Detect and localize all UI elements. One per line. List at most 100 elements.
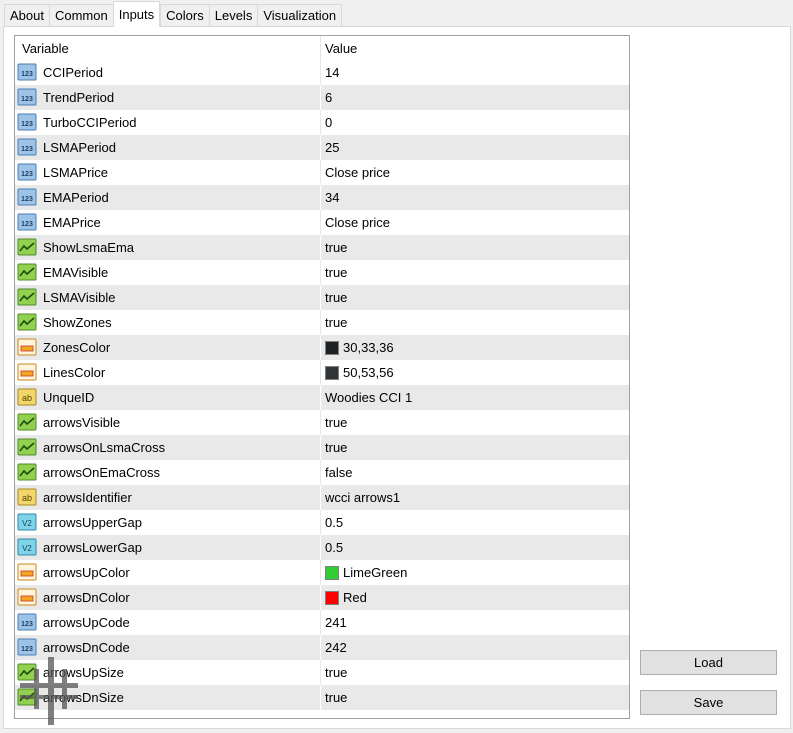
table-row[interactable]: arrowsUpSize true [15, 660, 629, 685]
svg-text:123: 123 [21, 621, 33, 628]
column-divider [320, 560, 321, 585]
table-row[interactable]: ShowZones true [15, 310, 629, 335]
variable-value[interactable]: LimeGreen [325, 565, 407, 580]
column-divider [320, 485, 321, 510]
variable-value[interactable]: 0.5 [325, 540, 343, 555]
table-row[interactable]: arrowsVisible true [15, 410, 629, 435]
table-row[interactable]: 123 arrowsDnCode 242 [15, 635, 629, 660]
table-row[interactable]: LSMAVisible true [15, 285, 629, 310]
svg-text:V2: V2 [22, 544, 32, 553]
svg-text:V2: V2 [22, 519, 32, 528]
table-row[interactable]: 123 LSMAPrice Close price [15, 160, 629, 185]
variable-name: CCIPeriod [43, 65, 103, 80]
variable-name: arrowsDnColor [43, 590, 130, 605]
tab-colors[interactable]: Colors [160, 4, 209, 27]
variable-value[interactable]: true [325, 290, 347, 305]
table-row[interactable]: arrowsOnEmaCross false [15, 460, 629, 485]
variable-value[interactable]: 242 [325, 640, 347, 655]
table-row[interactable]: 123 LSMAPeriod 25 [15, 135, 629, 160]
variable-value[interactable]: Red [325, 590, 367, 605]
table-row[interactable]: 123 EMAPeriod 34 [15, 185, 629, 210]
table-row[interactable]: arrowsOnLsmaCross true [15, 435, 629, 460]
svg-text:123: 123 [21, 171, 33, 178]
column-divider [320, 235, 321, 260]
variable-value[interactable]: 0.5 [325, 515, 343, 530]
variable-value[interactable]: 0 [325, 115, 332, 130]
header-value[interactable]: Value [325, 41, 357, 56]
variable-value[interactable]: Close price [325, 215, 390, 230]
variable-value[interactable]: 50,53,56 [325, 365, 394, 380]
variable-value[interactable]: 14 [325, 65, 339, 80]
table-row[interactable]: EMAVisible true [15, 260, 629, 285]
watermark-logo-icon [20, 657, 78, 725]
svg-text:123: 123 [21, 71, 33, 78]
table-row[interactable]: ab arrowsIdentifier wcci arrows1 [15, 485, 629, 510]
header-variable[interactable]: Variable [22, 41, 69, 56]
table-row[interactable]: ab UnqueID Woodies CCI 1 [15, 385, 629, 410]
variable-value-text: true [325, 665, 348, 680]
variable-name: EMAPeriod [43, 190, 109, 205]
variable-name: arrowsLowerGap [43, 540, 142, 555]
variable-value[interactable]: true [325, 415, 347, 430]
column-divider [320, 160, 321, 185]
tab-levels[interactable]: Levels [208, 4, 258, 27]
variable-name: arrowsDnCode [43, 640, 130, 655]
variable-value-text: Close price [325, 215, 391, 230]
variable-value-text: true [325, 265, 348, 280]
variable-name: EMAPrice [43, 215, 101, 230]
table-row[interactable]: ShowLsmaEma true [15, 235, 629, 260]
table-row[interactable]: 123 arrowsUpCode 241 [15, 610, 629, 635]
variable-name: EMAVisible [43, 265, 109, 280]
column-divider [320, 535, 321, 560]
table-row[interactable]: ZonesColor 30,33,36 [15, 335, 629, 360]
table-row[interactable]: 123 EMAPrice Close price [15, 210, 629, 235]
color-swatch [325, 590, 339, 605]
column-divider [320, 335, 321, 360]
boolean-icon [17, 262, 37, 282]
tab-common[interactable]: Common [48, 4, 113, 27]
table-row[interactable]: 123 TrendPeriod 6 [15, 85, 629, 110]
variable-value[interactable]: 25 [325, 140, 339, 155]
variable-value[interactable]: 34 [325, 190, 339, 205]
table-row[interactable]: LinesColor 50,53,56 [15, 360, 629, 385]
variable-value-text: true [325, 415, 348, 430]
table-row[interactable]: arrowsUpColor LimeGreen [15, 560, 629, 585]
table-row[interactable]: arrowsDnColor Red [15, 585, 629, 610]
variable-value[interactable]: 241 [325, 615, 347, 630]
variable-name: ZonesColor [43, 340, 111, 355]
integer-icon: 123 [17, 62, 37, 82]
variable-value[interactable]: 6 [325, 90, 332, 105]
variable-value[interactable]: true [325, 440, 347, 455]
integer-icon: 123 [17, 162, 37, 182]
svg-text:ab: ab [22, 393, 32, 403]
variable-value[interactable]: Close price [325, 165, 390, 180]
variable-value[interactable]: 30,33,36 [325, 340, 394, 355]
variable-value[interactable]: true [325, 315, 347, 330]
load-button[interactable]: Load [640, 650, 777, 675]
save-button[interactable]: Save [640, 690, 777, 715]
variable-value[interactable]: true [325, 665, 347, 680]
integer-icon: 123 [17, 87, 37, 107]
variable-value[interactable]: false [325, 465, 352, 480]
table-row[interactable]: V2 arrowsLowerGap 0.5 [15, 535, 629, 560]
tab-visualization[interactable]: Visualization [257, 4, 343, 27]
double-icon: V2 [17, 537, 37, 557]
color-swatch [325, 565, 339, 580]
variable-value-text: 242 [325, 640, 347, 655]
variable-value[interactable]: Woodies CCI 1 [325, 390, 412, 405]
variable-value[interactable]: true [325, 690, 347, 705]
table-row[interactable]: 123 TurboCCIPeriod 0 [15, 110, 629, 135]
table-row[interactable]: V2 arrowsUpperGap 0.5 [15, 510, 629, 535]
variable-name: LSMAVisible [43, 290, 116, 305]
tab-about[interactable]: About [4, 4, 49, 27]
tab-inputs[interactable]: Inputs [112, 1, 161, 27]
column-divider [320, 435, 321, 460]
table-row[interactable]: arrowsDnSize true [15, 685, 629, 710]
variable-value[interactable]: wcci arrows1 [325, 490, 400, 505]
column-divider [320, 610, 321, 635]
variable-value[interactable]: true [325, 265, 347, 280]
variable-name: TrendPeriod [43, 90, 115, 105]
table-row[interactable]: 123 CCIPeriod 14 [15, 60, 629, 85]
variable-value[interactable]: true [325, 240, 347, 255]
svg-text:123: 123 [21, 146, 33, 153]
